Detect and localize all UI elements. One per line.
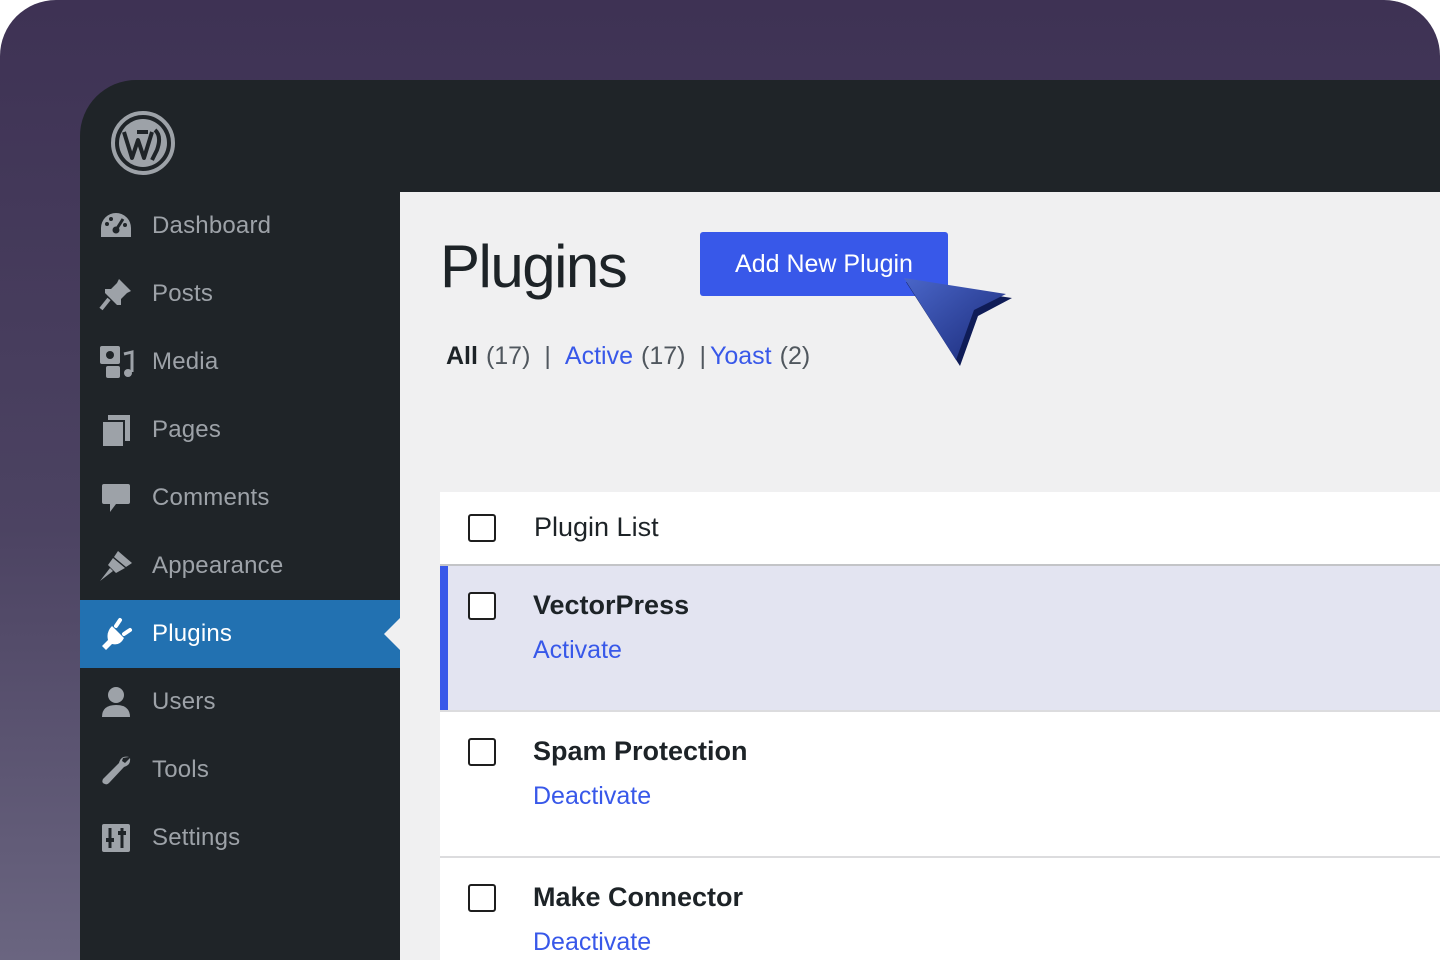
plugin-name: Make Connector (533, 882, 744, 912)
pages-icon (98, 412, 134, 448)
sidebar-item-label: Comments (152, 484, 270, 511)
pin-icon (98, 276, 134, 312)
filter-separator: | (544, 342, 551, 370)
plugin-name: Spam Protection (533, 736, 748, 766)
sidebar-item-plugins[interactable]: Plugins (80, 600, 400, 668)
plugins-table: Plugin List VectorPress Activate Spam Pr… (440, 492, 1440, 960)
filter-all-label[interactable]: All (446, 342, 478, 371)
select-all-checkbox[interactable] (468, 514, 496, 542)
sidebar-item-label: Plugins (152, 620, 233, 647)
sidebar-item-comments[interactable]: Comments (80, 464, 400, 532)
background-frame: Dashboard Posts Media Pages Comments App… (0, 0, 1440, 960)
sidebar-item-pages[interactable]: Pages (80, 396, 400, 464)
mouse-pointer-icon (904, 278, 1012, 366)
sidebar-item-posts[interactable]: Posts (80, 260, 400, 328)
wp-admin-window: Dashboard Posts Media Pages Comments App… (80, 80, 1440, 960)
filter-separator: | (699, 342, 706, 370)
deactivate-link[interactable]: Deactivate (533, 928, 651, 957)
user-icon (98, 684, 134, 720)
plugin-name: VectorPress (533, 590, 690, 620)
activate-link[interactable]: Activate (533, 636, 622, 665)
dashboard-icon (98, 208, 134, 244)
sidebar-item-tools[interactable]: Tools (80, 736, 400, 804)
settings-sliders-icon (98, 820, 134, 856)
wordpress-logo-icon[interactable] (110, 110, 176, 176)
filter-yoast-count: (2) (779, 342, 811, 370)
sidebar-item-label: Users (152, 688, 216, 715)
sidebar-item-dashboard[interactable]: Dashboard (80, 192, 400, 260)
page-title: Plugins (440, 233, 628, 300)
sidebar-item-settings[interactable]: Settings (80, 804, 400, 872)
table-row: VectorPress Activate (440, 566, 1440, 712)
plugin-status-filters: All (17) | Active (17) | Yoast (2) (446, 342, 810, 371)
deactivate-link[interactable]: Deactivate (533, 782, 651, 811)
wrench-icon (98, 752, 134, 788)
filter-active-link[interactable]: Active (565, 342, 633, 371)
filter-yoast-link[interactable]: Yoast (710, 342, 772, 371)
row-checkbox[interactable] (468, 738, 496, 766)
filter-all-count: (17) (485, 342, 531, 370)
row-checkbox[interactable] (468, 884, 496, 912)
brush-icon (98, 548, 134, 584)
sidebar-item-media[interactable]: Media (80, 328, 400, 396)
sidebar-item-users[interactable]: Users (80, 668, 400, 736)
sidebar-item-label: Settings (152, 824, 241, 851)
sidebar-item-label: Appearance (152, 552, 284, 579)
plugins-content: Plugins Add New Plugin All (17) | Active… (400, 192, 1440, 960)
sidebar-item-label: Posts (152, 280, 214, 307)
column-header-plugin-list: Plugin List (534, 512, 659, 542)
admin-sidebar-menu: Dashboard Posts Media Pages Comments App… (80, 192, 400, 872)
table-row: Make Connector Deactivate (440, 858, 1440, 960)
media-icon (98, 344, 134, 380)
row-checkbox[interactable] (468, 592, 496, 620)
sidebar-item-appearance[interactable]: Appearance (80, 532, 400, 600)
sidebar-item-label: Dashboard (152, 212, 272, 239)
filter-active-count: (17) (641, 342, 686, 370)
table-header: Plugin List (440, 492, 1440, 566)
plug-icon (98, 616, 134, 652)
sidebar-item-label: Tools (152, 756, 210, 783)
comment-icon (98, 480, 134, 516)
sidebar-item-label: Media (152, 348, 219, 375)
table-row: Spam Protection Deactivate (440, 712, 1440, 858)
sidebar-item-label: Pages (152, 416, 222, 443)
